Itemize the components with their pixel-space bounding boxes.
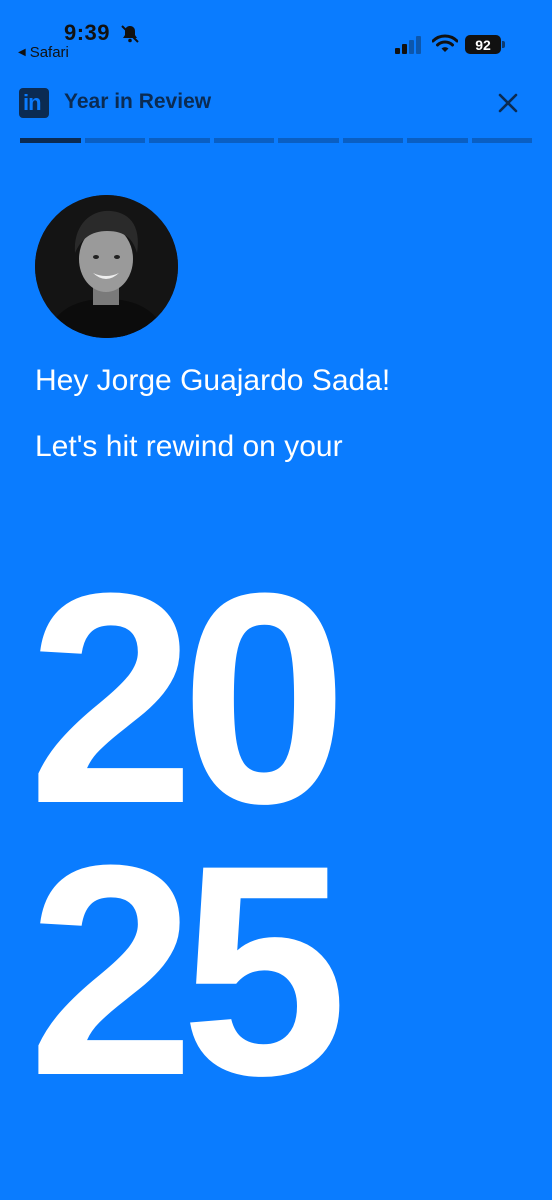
progress-segment: [471, 138, 532, 143]
story-progress-bar: [20, 138, 532, 143]
progress-segment: [278, 138, 339, 143]
status-time: 9:39: [64, 20, 111, 45]
progress-segment: [342, 138, 403, 143]
cellular-signal-icon: [395, 36, 421, 54]
back-to-safari[interactable]: ◀ Safari: [18, 44, 69, 61]
progress-segment: [84, 138, 145, 143]
battery-indicator: 92: [465, 35, 501, 54]
back-triangle-icon: ◀: [18, 46, 26, 58]
linkedin-logo-icon: in: [19, 88, 49, 118]
status-bar: 9:39 ◀ Safari 92: [0, 0, 552, 66]
progress-segment: [407, 138, 468, 143]
bell-muted-icon: [121, 25, 139, 43]
page-title: Year in Review: [64, 90, 212, 113]
linkedin-logo-text: in: [23, 90, 42, 115]
story-header: in Year in Review: [0, 80, 552, 126]
close-icon[interactable]: [495, 90, 521, 116]
progress-segment: [213, 138, 274, 143]
battery-nub: [502, 41, 505, 48]
year-digits-bottom: 25: [28, 802, 348, 1138]
progress-segment: [149, 138, 210, 143]
avatar: [35, 195, 178, 338]
wifi-icon: [432, 34, 458, 52]
profile-photo: [35, 195, 178, 338]
greeting-text: Hey Jorge Guajardo Sada!: [35, 364, 391, 397]
rewind-text: Let's hit rewind on your: [35, 430, 343, 463]
back-app-label: Safari: [29, 44, 69, 61]
progress-segment: [20, 138, 81, 143]
